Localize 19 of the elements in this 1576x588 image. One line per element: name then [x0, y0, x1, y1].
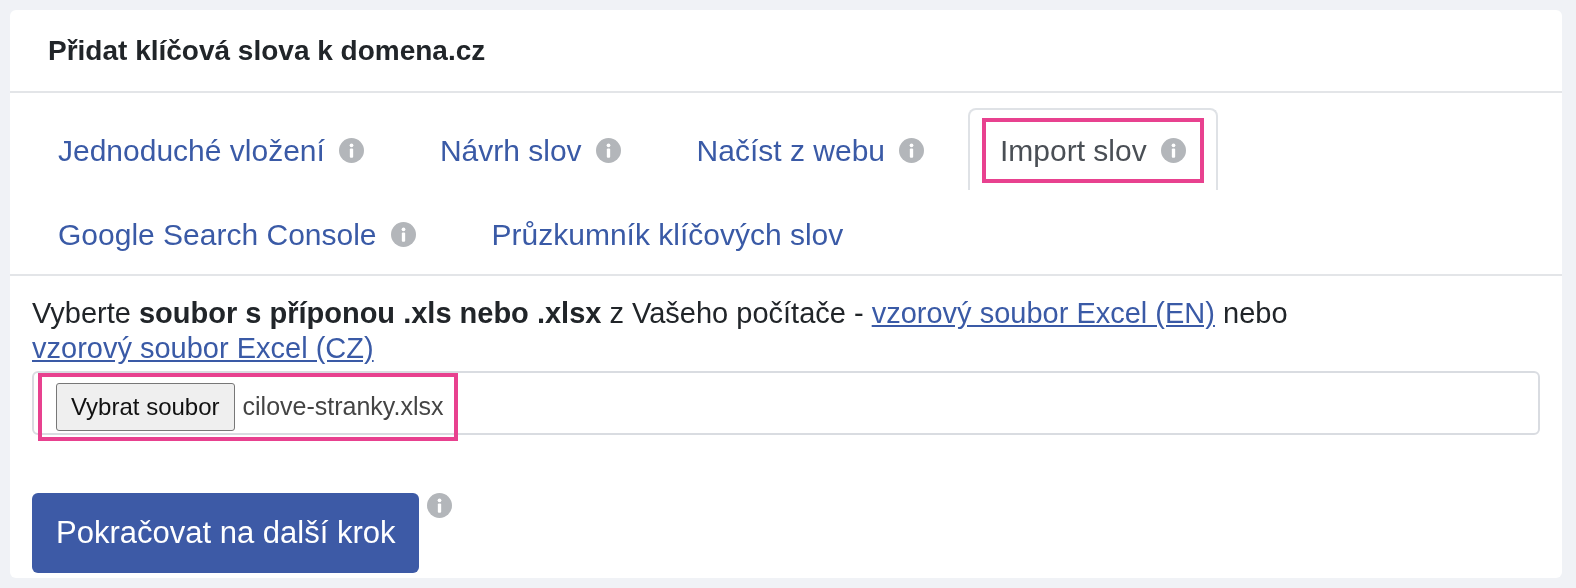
- info-icon[interactable]: [1160, 137, 1186, 163]
- choose-file-button[interactable]: Vybrat soubor: [56, 382, 235, 431]
- continue-button[interactable]: Pokračovat na další krok: [32, 492, 420, 574]
- info-icon[interactable]: [595, 137, 621, 163]
- tab[interactable]: Import slov: [968, 108, 1218, 190]
- info-icon[interactable]: [390, 221, 416, 247]
- tab[interactable]: Průzkumník klíčových slov: [459, 192, 876, 274]
- file-name: cilove-stranky.xlsx: [242, 390, 444, 422]
- card-title: Přidat klíčová slova k domena.cz: [10, 10, 1562, 93]
- info-icon[interactable]: [427, 492, 453, 518]
- sample-file-link[interactable]: vzorový soubor Excel (CZ): [32, 331, 374, 364]
- info-icon[interactable]: [338, 137, 364, 163]
- sample-file-link[interactable]: vzorový soubor Excel (EN): [871, 297, 1215, 329]
- tab[interactable]: Návrh slov: [407, 108, 653, 190]
- tab[interactable]: Načíst z webu: [664, 108, 956, 190]
- instruction-text: Vyberte soubor s příponou .xls nebo .xlsx z Vašeho počítače - vzorový soubor Excel (EN) nebo vzorový soubor Excel (CZ): [32, 296, 1289, 366]
- tab[interactable]: Google Search Console: [26, 192, 448, 274]
- info-icon[interactable]: [899, 137, 924, 163]
- tab[interactable]: Jednoduché vložení: [26, 108, 396, 190]
